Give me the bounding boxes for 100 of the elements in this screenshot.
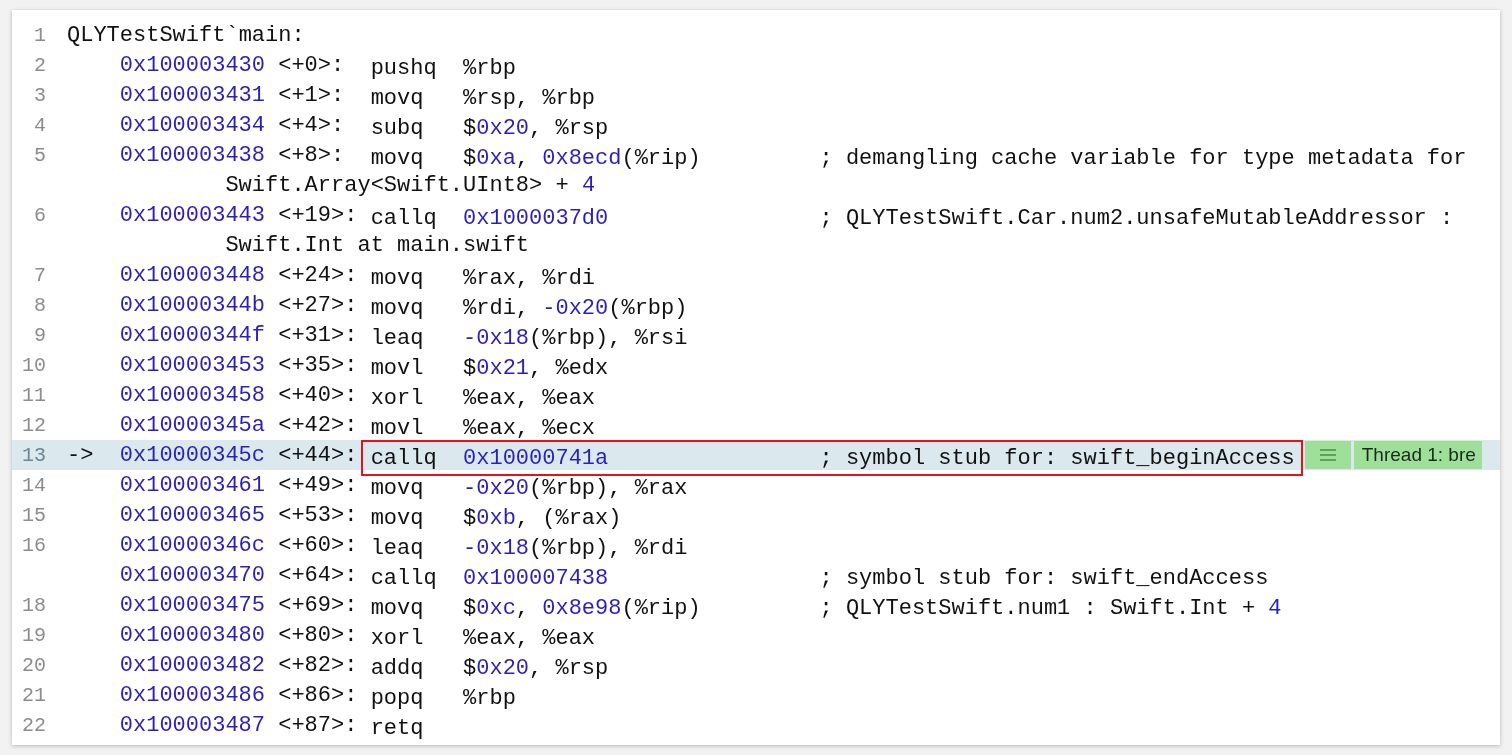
mnemonic: movq — [370, 475, 424, 501]
mnemonic: pushq — [370, 55, 437, 81]
line-number: 16 — [22, 533, 46, 557]
operands: $0xc, 0x8e98(%rip) — [463, 595, 701, 621]
mnemonic: movl — [370, 355, 424, 381]
mnemonic: callq — [370, 565, 437, 591]
comment: ; QLYTestSwift.num1 : Swift.Int + 4 — [819, 595, 1282, 621]
line-number: 11 — [22, 383, 46, 407]
operands: %rsp, %rbp — [463, 85, 596, 111]
address: 0x100003438 — [119, 142, 266, 168]
mnemonic: xorl — [370, 625, 424, 651]
offset: <+69>: — [278, 592, 358, 618]
address: 0x100003443 — [119, 202, 266, 228]
line-number: 21 — [22, 683, 46, 707]
operands: $0xb, (%rax) — [463, 505, 622, 531]
line-number: 1 — [34, 23, 46, 47]
address: 0x100003475 — [119, 592, 266, 618]
operands: -0x18(%rbp), %rsi — [463, 325, 688, 351]
operands: -0x18(%rbp), %rdi — [463, 535, 688, 561]
offset: <+44>: — [278, 442, 358, 468]
mnemonic: popq — [370, 685, 424, 711]
line-number: 22 — [22, 713, 46, 737]
line-number: 14 — [22, 473, 46, 497]
offset: <+64>: — [278, 562, 358, 588]
offset: <+42>: — [278, 412, 358, 438]
offset: <+35>: — [278, 352, 358, 378]
mnemonic: leaq — [370, 325, 424, 351]
menu-icon[interactable] — [1304, 441, 1351, 469]
operands: %rax, %rdi — [463, 265, 596, 291]
address: 0x100003487 — [119, 712, 266, 738]
address: 0x100003458 — [119, 382, 266, 408]
operands: %rbp — [463, 685, 516, 711]
operands: %eax, %ecx — [463, 415, 596, 441]
address: 0x100003448 — [119, 262, 266, 288]
offset: <+80>: — [278, 622, 358, 648]
mnemonic: callq — [370, 205, 437, 231]
line-number: 3 — [34, 83, 46, 107]
offset: <+31>: — [278, 322, 358, 348]
offset: <+8>: — [278, 142, 345, 168]
operands: 0x1000037d0 — [463, 205, 609, 231]
operands: 0x10000741a — [463, 445, 609, 471]
mnemonic: movq — [370, 505, 424, 531]
pc-arrow: -> — [67, 442, 94, 468]
address: 0x10000345a — [119, 412, 266, 438]
offset: <+86>: — [278, 682, 358, 708]
operands: %rdi, -0x20(%rbp) — [463, 295, 688, 321]
thread-badge[interactable]: Thread 1: bre — [1353, 441, 1482, 469]
offset: <+1>: — [278, 82, 345, 108]
operands: $0x21, %edx — [463, 355, 609, 381]
offset: <+40>: — [278, 382, 358, 408]
offset: <+49>: — [278, 472, 358, 498]
address: 0x10000344f — [119, 322, 266, 348]
comment: Swift.Array<Swift.UInt8> + 4 — [225, 172, 596, 198]
address: 0x100003430 — [119, 52, 266, 78]
mnemonic: retq — [370, 715, 424, 741]
mnemonic: subq — [370, 115, 424, 141]
offset: <+87>: — [278, 712, 358, 738]
address: 0x10000345c — [119, 442, 266, 468]
comment: ; QLYTestSwift.Car.num2.unsafeMutableAddressor : — [819, 205, 1454, 231]
comment: ; demangling cache variable for type metadata for — [819, 145, 1467, 171]
comment: Swift.Int at main.swift — [225, 232, 530, 258]
mnemonic: movq — [370, 145, 424, 171]
line-number: 19 — [22, 623, 46, 647]
line-number: 6 — [34, 203, 46, 227]
mnemonic: movl — [370, 415, 424, 441]
operands: %rbp — [463, 55, 516, 81]
address: 0x100003465 — [119, 502, 266, 528]
address: 0x100003470 — [119, 562, 266, 588]
operands: $0x20, %rsp — [463, 655, 609, 681]
operands: $0xa, 0x8ecd(%rip) — [463, 145, 701, 171]
function-label: QLYTestSwift`main: — [67, 22, 305, 48]
operands: %eax, %eax — [463, 385, 596, 411]
operands: %eax, %eax — [463, 625, 596, 651]
mnemonic: addq — [370, 655, 424, 681]
mnemonic: movq — [370, 265, 424, 291]
address: 0x100003486 — [119, 682, 266, 708]
offset: <+24>: — [278, 262, 358, 288]
offset: <+53>: — [278, 502, 358, 528]
address: 0x100003434 — [119, 112, 266, 138]
address: 0x100003461 — [119, 472, 266, 498]
comment: ; symbol stub for: swift_beginAccess — [819, 445, 1295, 471]
offset: <+4>: — [278, 112, 345, 138]
address: 0x100003431 — [119, 82, 266, 108]
mnemonic: movq — [370, 85, 424, 111]
operands: 0x100007438 — [463, 565, 609, 591]
offset: <+60>: — [278, 532, 358, 558]
mnemonic: movq — [370, 595, 424, 621]
address: 0x100003453 — [119, 352, 266, 378]
mnemonic: xorl — [370, 385, 424, 411]
offset: <+27>: — [278, 292, 358, 318]
line-number: 2 — [34, 53, 46, 77]
line-number: 15 — [22, 503, 46, 527]
mnemonic: movq — [370, 295, 424, 321]
line-number: 4 — [34, 113, 46, 137]
offset: <+19>: — [278, 202, 358, 228]
operands: $0x20, %rsp — [463, 115, 609, 141]
line-number: 20 — [22, 653, 46, 677]
offset: <+0>: — [278, 52, 345, 78]
address: 0x10000346c — [119, 532, 266, 558]
offset: <+82>: — [278, 652, 358, 678]
